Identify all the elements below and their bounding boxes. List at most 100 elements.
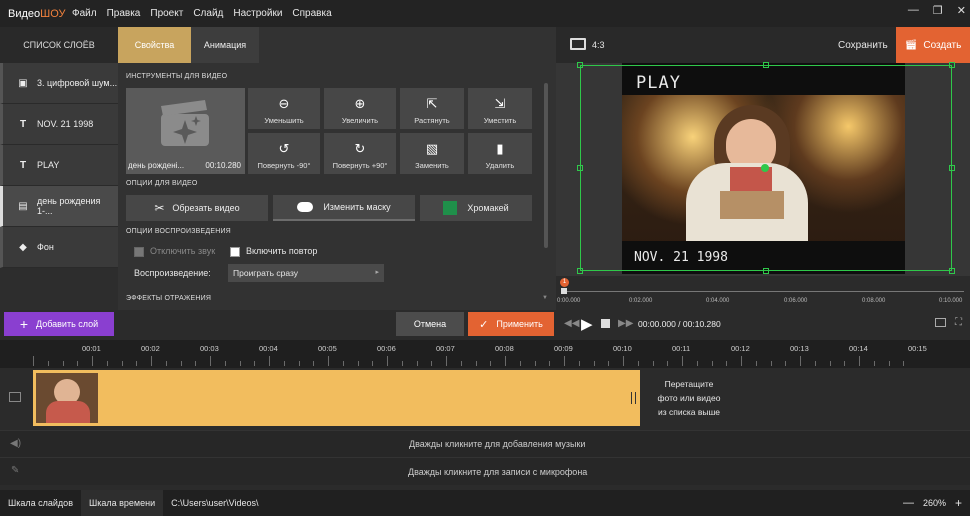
ruler-tick [254,361,256,366]
tab-properties[interactable]: Свойства [118,27,191,63]
text-icon: T [19,118,27,130]
scrub-tick: 0:08.000 [862,298,886,304]
resize-handle[interactable] [577,165,583,171]
panel-scrollbar[interactable] [544,83,548,248]
image-icon: ▣ [18,77,28,89]
maximize-button[interactable]: ❐ [933,4,943,17]
add-layer-button[interactable]: + Добавить слой [4,312,114,336]
playback-mode-select[interactable]: Проиграть сразу ▸ [228,264,384,282]
ruler-tick [652,361,654,366]
ruler-tick [298,361,300,366]
zoom-in-button[interactable]: + [955,496,962,510]
timeline-clip[interactable] [33,370,640,426]
apply-button[interactable]: ✓ Применить [468,312,554,336]
stretch-button[interactable]: ⇱ Растянуть [400,88,464,129]
menu-help[interactable]: Справка [292,8,331,19]
tab-animation[interactable]: Анимация [191,27,259,63]
checkbox-mute[interactable] [134,246,144,257]
clip-trim-handle[interactable] [631,392,636,404]
ruler-tick [785,361,787,366]
stop-button[interactable] [601,319,610,328]
resize-handle[interactable] [577,268,583,274]
resize-handle[interactable] [577,62,583,68]
ruler-tick [578,361,580,366]
play-button[interactable]: ▶ [581,315,593,333]
resize-handle[interactable] [763,268,769,274]
mask-icon [297,202,314,212]
ruler-label: 00:11 [672,344,691,353]
resize-handle[interactable] [763,62,769,68]
menu-slide[interactable]: Слайд [193,8,223,19]
ruler-tick [47,361,49,366]
loop-checkbox[interactable]: Включить повтор [230,246,317,257]
checkbox-loop[interactable] [230,246,240,257]
layer-item-play[interactable]: T PLAY [0,145,118,186]
ruler-tick [534,361,536,366]
trash-icon: ▮ [496,141,504,156]
ruler-tick [814,361,816,366]
plus-icon: + [19,316,28,332]
aspect-ratio[interactable]: 4:3 [592,40,605,50]
ruler-tick [549,361,551,366]
timeline-scale-tab[interactable]: Шкала времени [80,490,164,516]
zoom-out-button[interactable]: — [903,497,914,509]
snapshot-icon[interactable] [935,318,946,327]
fullscreen-icon[interactable]: ⛶ [955,317,962,328]
layer-item-noise[interactable]: ▣ 3. цифровой шум... [0,63,118,104]
layer-item-date[interactable]: T NOV. 21 1998 [0,104,118,145]
resize-handle[interactable] [949,165,955,171]
chroma-key-button[interactable]: Хромакей [420,195,532,221]
status-bar: Шкала слайдов Шкала времени C:\Users\use… [0,490,970,516]
center-handle[interactable] [761,164,769,172]
ruler-label: 00:13 [790,344,809,353]
rotate-right-button[interactable]: ↻ Повернуть +90° [324,133,396,174]
zoom-in-button[interactable]: ⊕ Увеличить [324,88,396,129]
ruler-tick [460,361,462,366]
slides-scale-tab[interactable]: Шкала слайдов [0,498,81,508]
clapper-icon [161,100,209,146]
scrub-bar[interactable]: 1 0:00.000 0:02.000 0:04.000 0:06.000 0:… [556,276,970,310]
delete-button[interactable]: ▮ Удалить [468,133,532,174]
ruler-tick [755,361,757,366]
close-button[interactable]: ✕ [957,4,966,17]
menu-edit[interactable]: Правка [107,8,141,19]
rotate-left-button[interactable]: ↺ Повернуть -90° [248,133,320,174]
next-frame-icon[interactable]: ▶▶ [618,318,633,329]
fit-button[interactable]: ⇲ Уместить [468,88,532,129]
playback-mode-label: Воспроизведение: [134,268,211,278]
resize-handle[interactable] [949,62,955,68]
music-track[interactable]: ◀) Дважды кликните для добавления музыки [0,430,970,457]
cancel-button[interactable]: Отмена [396,312,464,336]
monitor-icon[interactable] [570,38,586,50]
time-display: 00:00.000 / 00:10.280 [638,319,721,329]
menu-project[interactable]: Проект [150,8,183,19]
menu-file[interactable]: Файл [72,8,97,19]
create-button[interactable]: 🎬︎ Создать [896,27,970,63]
replace-button[interactable]: ▧ Заменить [400,133,464,174]
scrub-tick: 0:10.000 [939,298,963,304]
scroll-down-icon[interactable]: ▼ [542,295,548,301]
ruler-tick [711,361,713,366]
ruler-tick [92,356,93,366]
menu-settings[interactable]: Настройки [233,8,282,19]
clip-thumbnail [36,373,98,423]
microphone-track[interactable]: ✎ Дважды кликните для записи с микрофона [0,457,970,485]
layer-item-background[interactable]: ◆ Фон [0,227,118,268]
ruler-label: 00:12 [731,344,750,353]
prev-frame-icon[interactable]: ◀◀ [564,318,579,329]
resize-handle[interactable] [949,268,955,274]
zoom-out-button[interactable]: ⊖ Уменьшить [248,88,320,129]
drop-hint: Перетащите фото или видео из списка выше [657,379,721,417]
mute-checkbox[interactable]: Отключить звук [134,246,215,257]
video-options-heading: ОПЦИИ ДЛЯ ВИДЕО [126,180,198,187]
trim-video-button[interactable]: ✂ Обрезать видео [126,195,268,221]
layer-item-video[interactable]: ▤ день рождения 1-... [0,186,118,227]
minimize-button[interactable]: — [908,4,919,17]
scrub-tick: 0:00.000 [557,298,581,304]
layers-panel: СПИСОК СЛОЁВ ▣ 3. цифровой шум... T NOV.… [0,27,118,310]
ruler-tick [446,356,447,366]
project-path: C:\Users\user\Videos\ [171,498,259,508]
save-button[interactable]: Сохранить [838,40,888,51]
edit-mask-button[interactable]: Изменить маску [273,195,415,221]
scrub-head[interactable] [561,288,567,294]
